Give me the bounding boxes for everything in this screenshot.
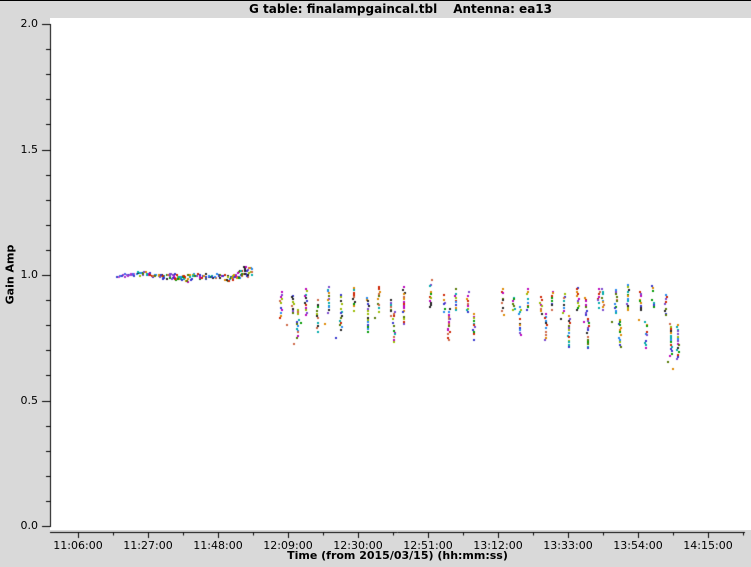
x-tick-label: 11:27:00 [116, 539, 180, 553]
x-tick-label: 12:51:00 [396, 539, 460, 553]
x-tick-label: 11:06:00 [46, 539, 110, 553]
y-tick-label: 1.0 [0, 268, 38, 282]
plotcal-window: G table: finalampgaincal.tblAntenna: ea1… [0, 0, 751, 567]
gain-amp-vs-time-plot-canvas[interactable] [0, 1, 751, 567]
x-tick-label: 14:15:00 [676, 539, 740, 553]
y-tick-label: 1.5 [0, 143, 38, 157]
x-tick-label: 13:33:00 [536, 539, 600, 553]
x-tick-label: 12:09:00 [256, 539, 320, 553]
y-tick-label: 2.0 [0, 17, 38, 31]
x-tick-label: 11:48:00 [186, 539, 250, 553]
x-tick-label: 12:30:00 [326, 539, 390, 553]
x-tick-label: 13:54:00 [606, 539, 670, 553]
y-tick-label: 0.5 [0, 394, 38, 408]
x-tick-label: 13:12:00 [466, 539, 530, 553]
y-tick-label: 0.0 [0, 519, 38, 533]
